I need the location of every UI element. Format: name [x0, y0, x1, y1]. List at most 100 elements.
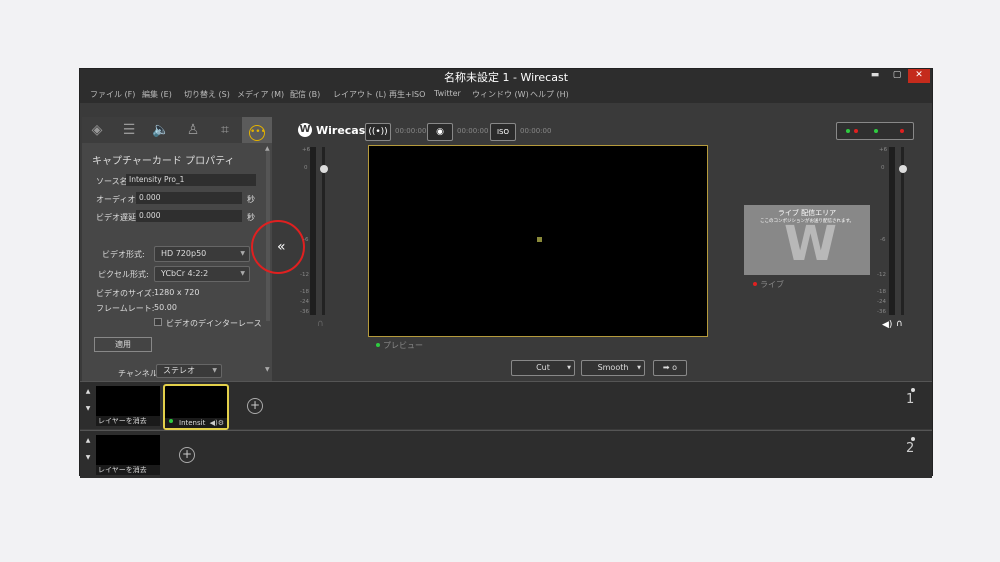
wirecast-watermark-icon: W: [784, 216, 837, 272]
add-shot-button[interactable]: +: [179, 447, 195, 463]
layer-down-icon[interactable]: ▼: [83, 453, 93, 463]
preview-volume-knob[interactable]: [319, 165, 328, 173]
add-shot-button[interactable]: +: [247, 398, 263, 414]
headphones-icon[interactable]: ∩: [317, 319, 324, 329]
live-subtitle: ここのコンポジションがお送り配信されます。: [759, 219, 855, 224]
channel-label: チャンネル:: [118, 369, 161, 378]
scroll-up-icon[interactable]: ▲: [265, 145, 270, 152]
live-volume-knob[interactable]: [898, 165, 907, 173]
preview-audio-meter: [310, 147, 316, 315]
sliders-icon[interactable]: ☰: [114, 117, 144, 143]
source-label: ソース名: [96, 177, 128, 186]
layer-row-1: ▲ ▼ レイヤーを消去 Intensit ◀)⚙ + 1: [80, 381, 932, 430]
minimize-icon[interactable]: ▬: [864, 69, 886, 83]
menu-layout[interactable]: レイアウト (L): [333, 89, 386, 100]
headphones-icon[interactable]: ∩: [896, 319, 903, 329]
preview-monitor[interactable]: [368, 145, 708, 337]
scroll-down-icon[interactable]: ▼: [265, 366, 270, 373]
menu-help[interactable]: ヘルプ (H): [530, 89, 569, 100]
deinterlace-checkbox[interactable]: [154, 318, 162, 326]
wirecast-logo-text: Wirecast: [316, 124, 371, 137]
shot-clear-layer[interactable]: レイヤーを消去: [96, 386, 160, 426]
preview-center-marker: [537, 237, 542, 242]
layer-number: 1: [906, 392, 915, 407]
video-delay-unit: 秒: [247, 213, 255, 222]
menu-broadcast[interactable]: 配信 (B): [290, 89, 320, 100]
frame-rate-value: 50.00: [154, 303, 177, 312]
live-output-monitor[interactable]: W ライブ 配信エリア ここのコンポジションがお送り配信されます。: [744, 205, 870, 275]
mode-dot: [854, 129, 858, 133]
go-button[interactable]: ➡ o: [653, 360, 687, 376]
shot-caption: レイヤーを消去: [96, 416, 160, 426]
iso-button[interactable]: ISO: [490, 123, 516, 141]
menu-media[interactable]: メディア (M): [237, 89, 284, 100]
more-icon[interactable]: •••: [242, 117, 272, 143]
db-tick: -18: [300, 289, 309, 295]
chevron-down-icon: ▼: [567, 365, 571, 371]
layer-down-icon[interactable]: ▼: [83, 404, 93, 414]
db-tick: +6: [302, 147, 311, 153]
db-tick: -24: [300, 299, 309, 305]
source-name-field[interactable]: Intensity Pro_1: [126, 174, 256, 186]
window-title: 名称未設定 1 - Wirecast: [443, 71, 569, 84]
chevron-down-icon: ▼: [240, 250, 245, 257]
video-format-value: HD 720p50: [161, 249, 207, 258]
menu-file[interactable]: ファイル (F): [90, 89, 135, 100]
db-tick: -6: [303, 237, 309, 243]
apply-button[interactable]: 適用: [94, 337, 152, 352]
speaker-icon[interactable]: 🔈: [146, 117, 176, 143]
shot-active-dot: [169, 419, 173, 423]
speaker-icon[interactable]: ◀): [882, 320, 892, 330]
layers-icon[interactable]: ◈: [82, 117, 112, 143]
db-tick: -18: [877, 289, 886, 295]
record-button[interactable]: ◉: [427, 123, 453, 141]
chevron-down-icon: ▼: [637, 365, 641, 371]
live-label: ライブ: [760, 280, 784, 289]
cut-transition-select[interactable]: Cut ▼: [511, 360, 575, 376]
live-audio-meter: [889, 147, 895, 315]
db-tick: -12: [300, 272, 309, 278]
layer-row-2: ▲ ▼ レイヤーを消去 + 2: [80, 430, 932, 478]
shot-clear-layer[interactable]: レイヤーを消去: [96, 435, 160, 475]
channel-select[interactable]: ステレオ ▼: [156, 364, 222, 378]
audio-delay-field[interactable]: 0.000: [136, 192, 242, 204]
db-tick: -6: [880, 237, 886, 243]
menu-switch[interactable]: 切り替え (S): [184, 89, 230, 100]
highlight-circle: [251, 220, 305, 274]
close-icon[interactable]: ✕: [908, 69, 930, 83]
shot-settings-icon[interactable]: ◀)⚙: [210, 419, 224, 427]
menu-twitter[interactable]: Twitter: [434, 89, 461, 98]
smooth-transition-select[interactable]: Smooth ▼: [581, 360, 645, 376]
person-icon[interactable]: ♙: [178, 117, 208, 143]
wirecast-logo-icon: W: [298, 123, 312, 137]
channel-value: ステレオ: [163, 366, 195, 375]
pixel-format-select[interactable]: YCbCr 4:2:2 ▼: [154, 266, 250, 282]
shot-caption: レイヤーを消去: [96, 465, 160, 475]
video-format-select[interactable]: HD 720p50 ▼: [154, 246, 250, 262]
video-size-label: ビデオのサイズ:: [96, 289, 155, 298]
db-tick: 0: [304, 165, 308, 171]
menu-replay-iso[interactable]: 再生+ISO: [389, 89, 425, 100]
record-timer: 00:00:00: [457, 127, 489, 135]
maximize-icon[interactable]: ▢: [886, 69, 908, 83]
chevron-down-icon: ▼: [212, 367, 217, 374]
crop-icon[interactable]: ⌗: [210, 117, 240, 143]
title-bar: 名称未設定 1 - Wirecast: [80, 69, 932, 87]
menu-window[interactable]: ウィンドウ (W): [472, 89, 529, 100]
stream-button[interactable]: ((•)): [365, 123, 391, 141]
preview-label: プレビュー: [383, 341, 423, 350]
layer-up-icon[interactable]: ▲: [83, 436, 93, 446]
shot-intensity[interactable]: Intensit ◀)⚙: [163, 384, 229, 430]
db-tick: 0: [881, 165, 885, 171]
iso-timer: 00:00:00: [520, 127, 552, 135]
frame-rate-label: フレームレート:: [96, 304, 155, 313]
video-delay-label: ビデオ遅延:: [96, 213, 139, 222]
db-tick: -24: [877, 299, 886, 305]
video-delay-field[interactable]: 0.000: [136, 210, 242, 222]
live-mode-buttons[interactable]: [836, 122, 914, 140]
menu-edit[interactable]: 編集 (E): [142, 89, 172, 100]
menu-bar: ファイル (F) 編集 (E) 切り替え (S) メディア (M) 配信 (B)…: [80, 87, 932, 103]
live-indicator-dot: [753, 282, 757, 286]
layer-up-icon[interactable]: ▲: [83, 387, 93, 397]
chevron-down-icon: ▼: [240, 270, 245, 277]
